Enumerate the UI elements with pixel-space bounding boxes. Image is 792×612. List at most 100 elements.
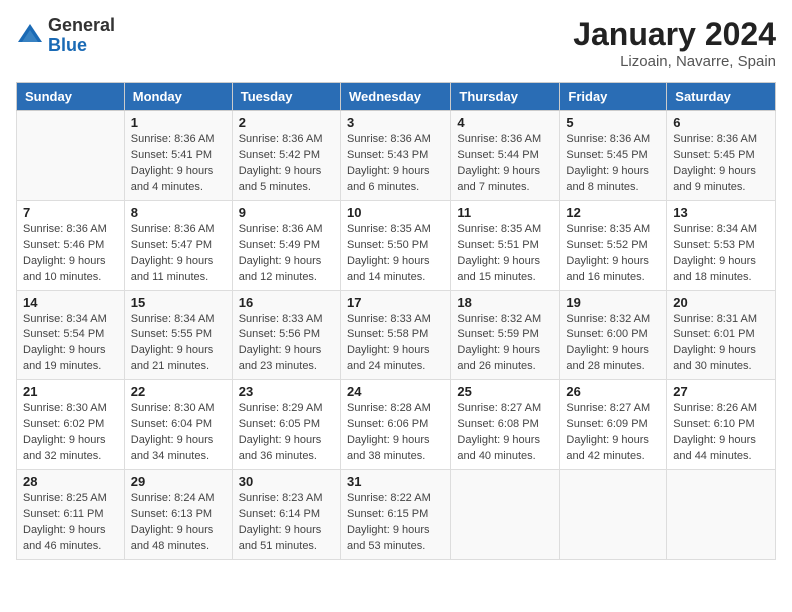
day-detail: Sunrise: 8:23 AMSunset: 6:14 PMDaylight:…	[239, 491, 334, 555]
week-row-3: 14 Sunrise: 8:34 AMSunset: 5:54 PMDayligh…	[17, 290, 776, 380]
weekday-header-friday: Friday	[560, 83, 667, 111]
week-row-4: 21 Sunrise: 8:30 AMSunset: 6:02 PMDayligh…	[17, 380, 776, 470]
day-number: 15	[131, 295, 226, 310]
day-detail: Sunrise: 8:33 AMSunset: 5:56 PMDaylight:…	[239, 312, 334, 376]
calendar-cell: 30 Sunrise: 8:23 AMSunset: 6:14 PMDayligh…	[232, 470, 340, 560]
day-number: 24	[347, 384, 444, 399]
day-number: 27	[673, 384, 769, 399]
day-number: 14	[23, 295, 118, 310]
day-number: 20	[673, 295, 769, 310]
location: Lizoain, Navarre, Spain	[573, 53, 776, 70]
calendar-cell: 25Sunrise: 8:27 AMSunset: 6:08 PMDayligh…	[451, 380, 560, 470]
day-number: 13	[673, 205, 769, 220]
calendar-cell: 21 Sunrise: 8:30 AMSunset: 6:02 PMDayligh…	[17, 380, 125, 470]
day-detail: Sunrise: 8:33 AMSunset: 5:58 PMDaylight:…	[347, 312, 444, 376]
week-row-1: 1 Sunrise: 8:36 AMSunset: 5:41 PMDaylight…	[17, 111, 776, 201]
page-header: General Blue January 2024 Lizoain, Navar…	[16, 16, 776, 70]
day-number: 31	[347, 474, 444, 489]
calendar-cell: 18Sunrise: 8:32 AMSunset: 5:59 PMDayligh…	[451, 290, 560, 380]
calendar-cell: 19Sunrise: 8:32 AMSunset: 6:00 PMDayligh…	[560, 290, 667, 380]
day-detail: Sunrise: 8:36 AMSunset: 5:45 PMDaylight:…	[673, 132, 769, 196]
calendar-cell: 7Sunrise: 8:36 AMSunset: 5:46 PMDaylight…	[17, 200, 125, 290]
calendar-cell: 5 Sunrise: 8:36 AMSunset: 5:45 PMDaylight…	[560, 111, 667, 201]
day-detail: Sunrise: 8:35 AMSunset: 5:50 PMDaylight:…	[347, 222, 444, 286]
day-number: 21	[23, 384, 118, 399]
calendar-cell: 17 Sunrise: 8:33 AMSunset: 5:58 PMDayligh…	[340, 290, 450, 380]
calendar-cell: 12Sunrise: 8:35 AMSunset: 5:52 PMDayligh…	[560, 200, 667, 290]
calendar-cell: 23 Sunrise: 8:29 AMSunset: 6:05 PMDayligh…	[232, 380, 340, 470]
calendar-cell: 1 Sunrise: 8:36 AMSunset: 5:41 PMDaylight…	[124, 111, 232, 201]
day-number: 1	[131, 115, 226, 130]
week-row-5: 28 Sunrise: 8:25 AMSunset: 6:11 PMDayligh…	[17, 470, 776, 560]
week-row-2: 7Sunrise: 8:36 AMSunset: 5:46 PMDaylight…	[17, 200, 776, 290]
day-number: 22	[131, 384, 226, 399]
day-detail: Sunrise: 8:30 AMSunset: 6:02 PMDaylight:…	[23, 401, 118, 465]
calendar-cell: 10 Sunrise: 8:35 AMSunset: 5:50 PMDayligh…	[340, 200, 450, 290]
calendar-cell: 13 Sunrise: 8:34 AMSunset: 5:53 PMDayligh…	[667, 200, 776, 290]
calendar-cell: 28 Sunrise: 8:25 AMSunset: 6:11 PMDayligh…	[17, 470, 125, 560]
day-detail: Sunrise: 8:34 AMSunset: 5:54 PMDaylight:…	[23, 312, 118, 376]
calendar-cell: 24 Sunrise: 8:28 AMSunset: 6:06 PMDayligh…	[340, 380, 450, 470]
weekday-header-wednesday: Wednesday	[340, 83, 450, 111]
calendar-cell: 29 Sunrise: 8:24 AMSunset: 6:13 PMDayligh…	[124, 470, 232, 560]
calendar-cell: 6 Sunrise: 8:36 AMSunset: 5:45 PMDaylight…	[667, 111, 776, 201]
day-detail: Sunrise: 8:34 AMSunset: 5:55 PMDaylight:…	[131, 312, 226, 376]
day-number: 4	[457, 115, 553, 130]
day-number: 2	[239, 115, 334, 130]
calendar-cell: 31 Sunrise: 8:22 AMSunset: 6:15 PMDayligh…	[340, 470, 450, 560]
day-detail: Sunrise: 8:35 AMSunset: 5:51 PMDaylight:…	[457, 222, 553, 286]
day-number: 9	[239, 205, 334, 220]
calendar-cell: 26Sunrise: 8:27 AMSunset: 6:09 PMDayligh…	[560, 380, 667, 470]
day-number: 5	[566, 115, 660, 130]
day-number: 10	[347, 205, 444, 220]
day-detail: Sunrise: 8:34 AMSunset: 5:53 PMDaylight:…	[673, 222, 769, 286]
calendar-cell: 22 Sunrise: 8:30 AMSunset: 6:04 PMDayligh…	[124, 380, 232, 470]
day-number: 6	[673, 115, 769, 130]
day-number: 30	[239, 474, 334, 489]
calendar-cell: 14 Sunrise: 8:34 AMSunset: 5:54 PMDayligh…	[17, 290, 125, 380]
day-detail: Sunrise: 8:36 AMSunset: 5:43 PMDaylight:…	[347, 132, 444, 196]
calendar-cell	[17, 111, 125, 201]
title-block: January 2024 Lizoain, Navarre, Spain	[573, 16, 776, 70]
day-number: 8	[131, 205, 226, 220]
month-title: January 2024	[573, 16, 776, 53]
day-number: 29	[131, 474, 226, 489]
day-detail: Sunrise: 8:24 AMSunset: 6:13 PMDaylight:…	[131, 491, 226, 555]
day-detail: Sunrise: 8:35 AMSunset: 5:52 PMDaylight:…	[566, 222, 660, 286]
day-detail: Sunrise: 8:36 AMSunset: 5:41 PMDaylight:…	[131, 132, 226, 196]
day-number: 16	[239, 295, 334, 310]
day-number: 7	[23, 205, 118, 220]
day-detail: Sunrise: 8:32 AMSunset: 6:00 PMDaylight:…	[566, 312, 660, 376]
day-number: 18	[457, 295, 553, 310]
calendar-cell: 16 Sunrise: 8:33 AMSunset: 5:56 PMDayligh…	[232, 290, 340, 380]
calendar-cell: 20Sunrise: 8:31 AMSunset: 6:01 PMDayligh…	[667, 290, 776, 380]
calendar-cell: 9 Sunrise: 8:36 AMSunset: 5:49 PMDaylight…	[232, 200, 340, 290]
day-detail: Sunrise: 8:28 AMSunset: 6:06 PMDaylight:…	[347, 401, 444, 465]
calendar-cell	[560, 470, 667, 560]
weekday-header-thursday: Thursday	[451, 83, 560, 111]
calendar-cell: 15 Sunrise: 8:34 AMSunset: 5:55 PMDayligh…	[124, 290, 232, 380]
day-detail: Sunrise: 8:26 AMSunset: 6:10 PMDaylight:…	[673, 401, 769, 465]
calendar-cell: 4 Sunrise: 8:36 AMSunset: 5:44 PMDaylight…	[451, 111, 560, 201]
weekday-header-tuesday: Tuesday	[232, 83, 340, 111]
day-detail: Sunrise: 8:27 AMSunset: 6:09 PMDaylight:…	[566, 401, 660, 465]
calendar-cell: 8Sunrise: 8:36 AMSunset: 5:47 PMDaylight…	[124, 200, 232, 290]
day-detail: Sunrise: 8:25 AMSunset: 6:11 PMDaylight:…	[23, 491, 118, 555]
day-number: 25	[457, 384, 553, 399]
calendar-cell	[667, 470, 776, 560]
weekday-header-monday: Monday	[124, 83, 232, 111]
day-detail: Sunrise: 8:29 AMSunset: 6:05 PMDaylight:…	[239, 401, 334, 465]
logo-text: General Blue	[48, 16, 115, 56]
day-number: 17	[347, 295, 444, 310]
day-detail: Sunrise: 8:36 AMSunset: 5:42 PMDaylight:…	[239, 132, 334, 196]
day-detail: Sunrise: 8:22 AMSunset: 6:15 PMDaylight:…	[347, 491, 444, 555]
calendar-table: SundayMondayTuesdayWednesdayThursdayFrid…	[16, 82, 776, 560]
day-number: 11	[457, 205, 553, 220]
day-number: 23	[239, 384, 334, 399]
calendar-cell: 27 Sunrise: 8:26 AMSunset: 6:10 PMDayligh…	[667, 380, 776, 470]
day-number: 28	[23, 474, 118, 489]
day-detail: Sunrise: 8:36 AMSunset: 5:49 PMDaylight:…	[239, 222, 334, 286]
day-detail: Sunrise: 8:30 AMSunset: 6:04 PMDaylight:…	[131, 401, 226, 465]
day-detail: Sunrise: 8:36 AMSunset: 5:45 PMDaylight:…	[566, 132, 660, 196]
day-detail: Sunrise: 8:36 AMSunset: 5:44 PMDaylight:…	[457, 132, 553, 196]
